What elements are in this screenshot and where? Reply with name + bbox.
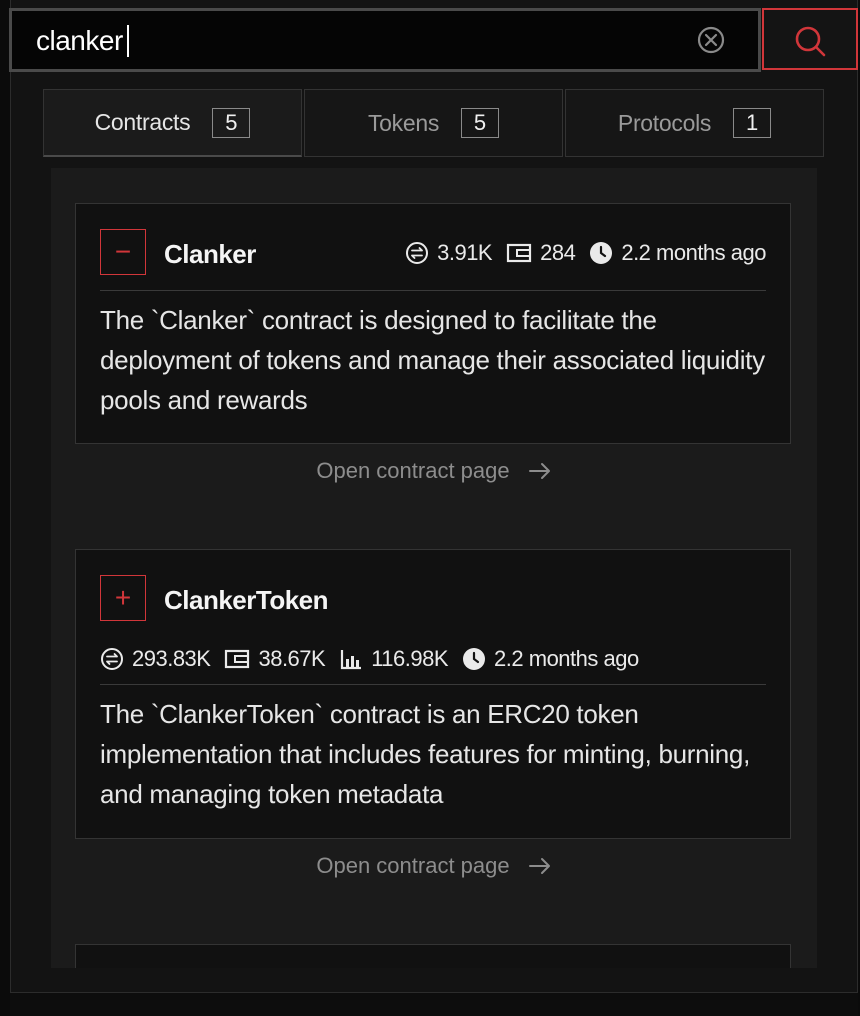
wallet-icon	[507, 243, 532, 263]
collapse-toggle-button[interactable]: −	[100, 229, 146, 275]
search-field[interactable]	[9, 8, 761, 72]
wallet-icon	[225, 649, 250, 669]
contract-description: The `ClankerToken` contract is an ERC20 …	[100, 699, 750, 809]
wallets-stat: 38.67K	[224, 646, 326, 672]
tab-protocols[interactable]: Protocols 1	[565, 89, 824, 157]
tab-label: Protocols	[617, 109, 712, 136]
text-caret	[127, 25, 129, 57]
contract-stats: 293.83K 38.67K 116.98K 2.2 months ago	[100, 646, 639, 672]
open-contract-link[interactable]: Open contract page	[51, 458, 817, 484]
arrow-right-icon	[528, 463, 550, 479]
contract-title: Clanker	[164, 239, 256, 269]
contract-card	[75, 944, 791, 968]
wallets-stat: 284	[506, 240, 576, 266]
tab-count-badge: 5	[461, 108, 500, 138]
contract-title: ClankerToken	[164, 585, 329, 615]
expand-toggle-button[interactable]: +	[100, 575, 146, 621]
panel-footer	[10, 992, 858, 1016]
volume-stat: 116.98K	[339, 646, 449, 672]
tab-count-badge: 1	[733, 108, 772, 138]
tab-contracts[interactable]: Contracts 5	[43, 89, 302, 157]
chart-icon	[341, 650, 362, 670]
updated-stat: 2.2 months ago	[462, 646, 639, 672]
contract-description: The `Clanker` contract is designed to fa…	[100, 305, 765, 415]
plus-icon: +	[114, 582, 132, 613]
minus-icon: −	[114, 236, 132, 267]
clock-icon	[590, 242, 613, 264]
transactions-stat: 293.83K	[100, 646, 211, 672]
transfer-icon	[406, 242, 429, 264]
arrow-right-icon	[528, 858, 550, 874]
card-divider	[100, 290, 766, 291]
contract-card: − Clanker 3.91K 284 2.2 months ago The `…	[75, 203, 791, 444]
results-list[interactable]: − Clanker 3.91K 284 2.2 months ago The `…	[51, 168, 817, 968]
open-contract-link[interactable]: Open contract page	[51, 853, 817, 879]
result-tabs: Contracts 5 Tokens 5 Protocols 1	[43, 89, 824, 159]
tab-label: Contracts	[94, 109, 191, 135]
search-icon	[795, 26, 826, 57]
tab-count-badge: 5	[212, 107, 251, 138]
search-input[interactable]	[36, 21, 676, 61]
contract-stats: 3.91K 284 2.2 months ago	[405, 240, 766, 266]
transactions-stat: 3.91K	[405, 240, 493, 266]
transfer-icon	[101, 648, 123, 670]
tab-tokens[interactable]: Tokens 5	[304, 89, 563, 157]
contract-card: + ClankerToken 293.83K 38.67K 116.98K 2.…	[75, 549, 791, 839]
card-divider	[100, 684, 766, 685]
tab-label: Tokens	[367, 109, 440, 136]
clear-search-icon[interactable]	[696, 25, 726, 55]
clock-icon	[463, 648, 486, 670]
updated-stat: 2.2 months ago	[589, 240, 766, 266]
search-button[interactable]	[762, 8, 858, 70]
